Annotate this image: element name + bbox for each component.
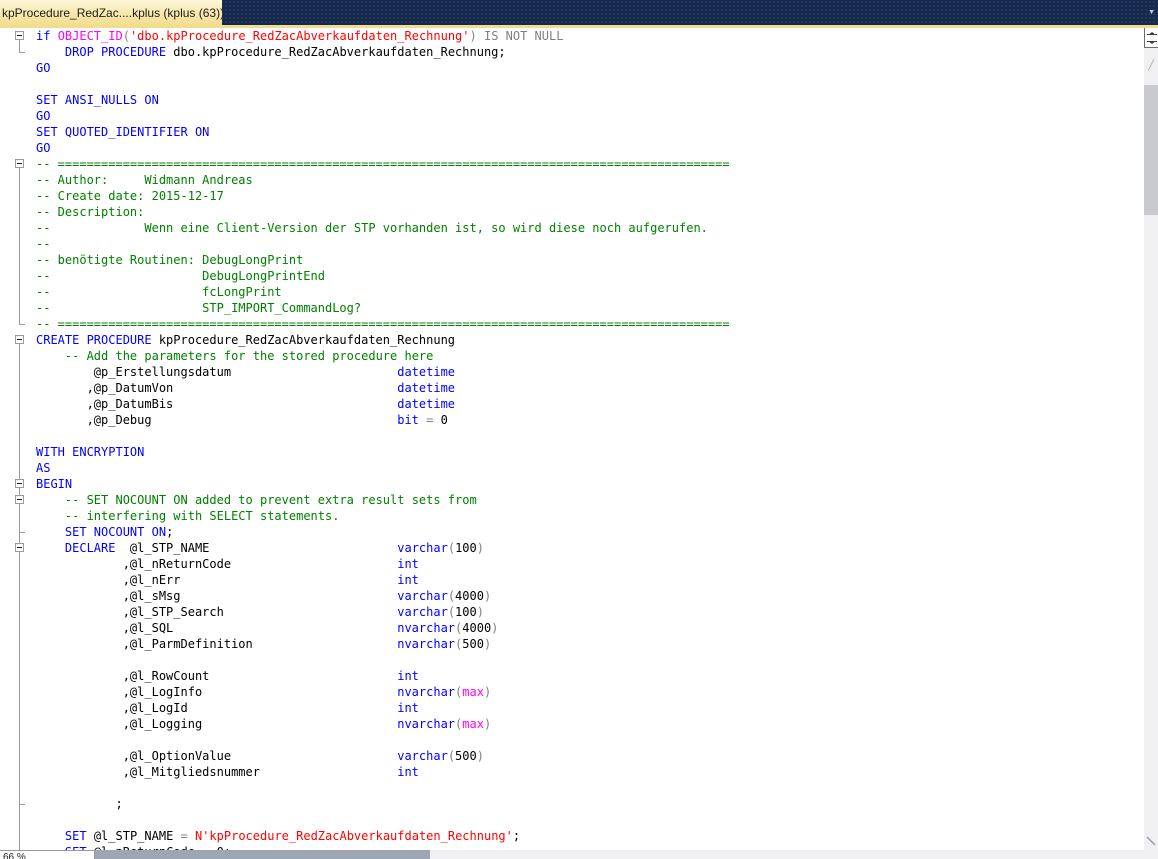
scrollbar-mark-icon bbox=[1144, 58, 1158, 78]
code-line[interactable]: ,@l_OptionValue varchar(500) bbox=[0, 748, 1144, 764]
code-line[interactable]: GO bbox=[0, 108, 1144, 124]
code-line[interactable]: CREATE PROCEDURE kpProcedure_RedZacAbver… bbox=[0, 332, 1144, 348]
tab-bar: kpProcedure_RedZac....kplus (kplus (63))… bbox=[0, 0, 1158, 25]
code-line[interactable]: ,@l_Mitgliedsnummer int bbox=[0, 764, 1144, 780]
fold-end-tick bbox=[19, 52, 25, 53]
fold-end-tick bbox=[19, 532, 25, 533]
code-line[interactable]: GO bbox=[0, 140, 1144, 156]
code-line[interactable]: ,@p_DatumVon datetime bbox=[0, 380, 1144, 396]
code-line[interactable]: ,@p_DatumBis datetime bbox=[0, 396, 1144, 412]
horizontal-scrollbar[interactable]: 66 % bbox=[0, 850, 1158, 859]
code-line[interactable]: if OBJECT_ID('dbo.kpProcedure_RedZacAbve… bbox=[0, 28, 1144, 44]
window-splitter-handle-icon[interactable] bbox=[1144, 28, 1158, 48]
code-line[interactable]: ,@l_LogId int bbox=[0, 700, 1144, 716]
code-line[interactable]: -- Description: bbox=[0, 204, 1144, 220]
fold-collapse-icon[interactable] bbox=[15, 159, 24, 168]
code-line[interactable]: @p_Erstellungsdatum datetime bbox=[0, 364, 1144, 380]
code-line[interactable]: ; bbox=[0, 796, 1144, 812]
fold-end-tick bbox=[19, 324, 25, 325]
code-line[interactable]: SET QUOTED_IDENTIFIER ON bbox=[0, 124, 1144, 140]
fold-collapse-icon[interactable] bbox=[15, 335, 24, 344]
code-line[interactable]: -- SET NOCOUNT ON added to prevent extra… bbox=[0, 492, 1144, 508]
tab-overflow-chevron-icon[interactable]: ▼ bbox=[1148, 9, 1155, 16]
zoom-control[interactable]: 66 % bbox=[0, 850, 95, 859]
fold-collapse-icon[interactable] bbox=[15, 495, 24, 504]
code-line[interactable]: -- Author: Widmann Andreas bbox=[0, 172, 1144, 188]
code-line[interactable]: -- STP_IMPORT_CommandLog? bbox=[0, 300, 1144, 316]
fold-run-line bbox=[19, 168, 20, 324]
code-line[interactable]: -- =====================================… bbox=[0, 316, 1144, 332]
code-line[interactable]: -- Create date: 2015-12-17 bbox=[0, 188, 1144, 204]
code-line[interactable]: GO bbox=[0, 60, 1144, 76]
tab-title: kpProcedure_RedZac....kplus (kplus (63)) bbox=[2, 5, 222, 20]
code-editor[interactable]: if OBJECT_ID('dbo.kpProcedure_RedZacAbve… bbox=[0, 28, 1144, 850]
code-line[interactable]: -- Add the parameters for the stored pro… bbox=[0, 348, 1144, 364]
code-line[interactable]: -- bbox=[0, 236, 1144, 252]
code-line[interactable]: ,@l_LogInfo nvarchar(max) bbox=[0, 684, 1144, 700]
code-line[interactable] bbox=[0, 652, 1144, 668]
zoom-value: 66 % bbox=[3, 852, 26, 859]
vertical-scrollbar-thumb[interactable] bbox=[1144, 85, 1158, 215]
code-line[interactable]: -- benötigte Routinen: DebugLongPrint bbox=[0, 252, 1144, 268]
horizontal-scrollbar-thumb[interactable] bbox=[95, 850, 430, 859]
code-line[interactable]: ,@l_Logging nvarchar(max) bbox=[0, 716, 1144, 732]
code-line[interactable] bbox=[0, 732, 1144, 748]
code-line[interactable]: ,@l_sMsg varchar(4000) bbox=[0, 588, 1144, 604]
fold-run-line bbox=[19, 40, 20, 52]
code-line[interactable]: WITH ENCRYPTION bbox=[0, 444, 1144, 460]
code-line[interactable]: SET ANSI_NULLS ON bbox=[0, 92, 1144, 108]
fold-collapse-icon[interactable] bbox=[15, 31, 24, 40]
code-line[interactable]: SET NOCOUNT ON; bbox=[0, 524, 1144, 540]
scrollbar-mark-icon bbox=[1144, 834, 1158, 848]
code-line[interactable]: AS bbox=[0, 460, 1144, 476]
code-line[interactable]: -- DebugLongPrintEnd bbox=[0, 268, 1144, 284]
code-line[interactable]: -- Wenn eine Client-Version der STP vorh… bbox=[0, 220, 1144, 236]
tab-active[interactable]: kpProcedure_RedZac....kplus (kplus (63))… bbox=[0, 0, 222, 25]
code-line[interactable] bbox=[0, 428, 1144, 444]
code-line[interactable]: SET @l_STP_NAME = N'kpProcedure_RedZacAb… bbox=[0, 828, 1144, 844]
code-line[interactable]: -- interfering with SELECT statements. bbox=[0, 508, 1144, 524]
code-line[interactable]: ,@l_RowCount int bbox=[0, 668, 1144, 684]
code-line[interactable]: ,@p_Debug bit = 0 bbox=[0, 412, 1144, 428]
fold-run-line bbox=[19, 344, 20, 850]
code-line[interactable]: BEGIN bbox=[0, 476, 1144, 492]
code-line[interactable]: ,@l_nErr int bbox=[0, 572, 1144, 588]
code-line[interactable]: -- =====================================… bbox=[0, 156, 1144, 172]
vertical-scrollbar[interactable] bbox=[1144, 28, 1158, 850]
code-line[interactable]: -- fcLongPrint bbox=[0, 284, 1144, 300]
code-line[interactable]: ,@l_ParmDefinition nvarchar(500) bbox=[0, 636, 1144, 652]
fold-collapse-icon[interactable] bbox=[15, 479, 24, 488]
code-lines: if OBJECT_ID('dbo.kpProcedure_RedZacAbve… bbox=[0, 28, 1144, 850]
code-line[interactable]: DECLARE @l_STP_NAME varchar(100) bbox=[0, 540, 1144, 556]
code-line[interactable] bbox=[0, 780, 1144, 796]
code-line[interactable]: DROP PROCEDURE dbo.kpProcedure_RedZacAbv… bbox=[0, 44, 1144, 60]
code-line[interactable]: ,@l_SQL nvarchar(4000) bbox=[0, 620, 1144, 636]
code-line[interactable] bbox=[0, 76, 1144, 92]
fold-collapse-icon[interactable] bbox=[15, 543, 24, 552]
code-line[interactable] bbox=[0, 812, 1144, 828]
fold-end-tick bbox=[19, 804, 25, 805]
code-line[interactable]: ,@l_nReturnCode int bbox=[0, 556, 1144, 572]
code-line[interactable]: ,@l_STP_Search varchar(100) bbox=[0, 604, 1144, 620]
